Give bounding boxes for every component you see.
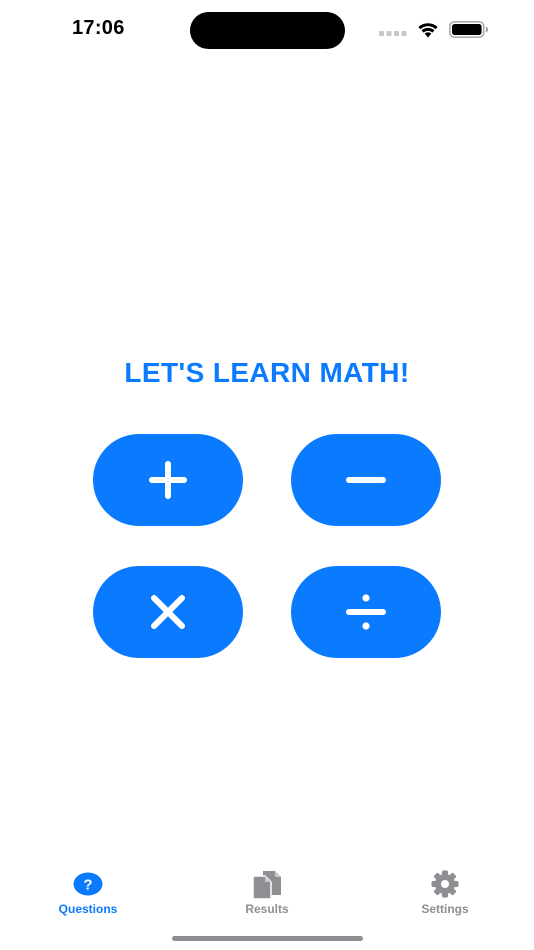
tab-label: Questions (58, 902, 118, 916)
plus-icon (149, 461, 187, 499)
tab-results[interactable]: Results (207, 870, 327, 920)
subtraction-button[interactable] (291, 434, 441, 526)
gear-icon (431, 870, 459, 898)
status-bar: 17:06 (0, 0, 534, 60)
tab-settings[interactable]: Settings (385, 870, 505, 920)
home-indicator[interactable] (172, 936, 363, 941)
question-circle-icon: ? (73, 872, 103, 896)
cellular-signal-icon (379, 31, 407, 36)
page-title: LET'S LEARN MATH! (124, 357, 410, 388)
tab-questions[interactable]: ? Questions (28, 870, 148, 920)
divide-icon (346, 594, 386, 630)
documents-icon (252, 871, 281, 900)
dynamic-island (190, 12, 345, 49)
multiply-icon (151, 595, 185, 629)
minus-icon (346, 477, 386, 483)
status-time: 17:06 (72, 17, 125, 39)
multiplication-button[interactable] (93, 566, 243, 658)
wifi-icon (418, 23, 438, 38)
svg-text:?: ? (83, 877, 92, 894)
division-button[interactable] (291, 566, 441, 658)
addition-button[interactable] (93, 434, 243, 526)
battery-icon (449, 21, 488, 38)
tab-label: Settings (421, 902, 469, 916)
tab-label: Results (245, 902, 289, 916)
